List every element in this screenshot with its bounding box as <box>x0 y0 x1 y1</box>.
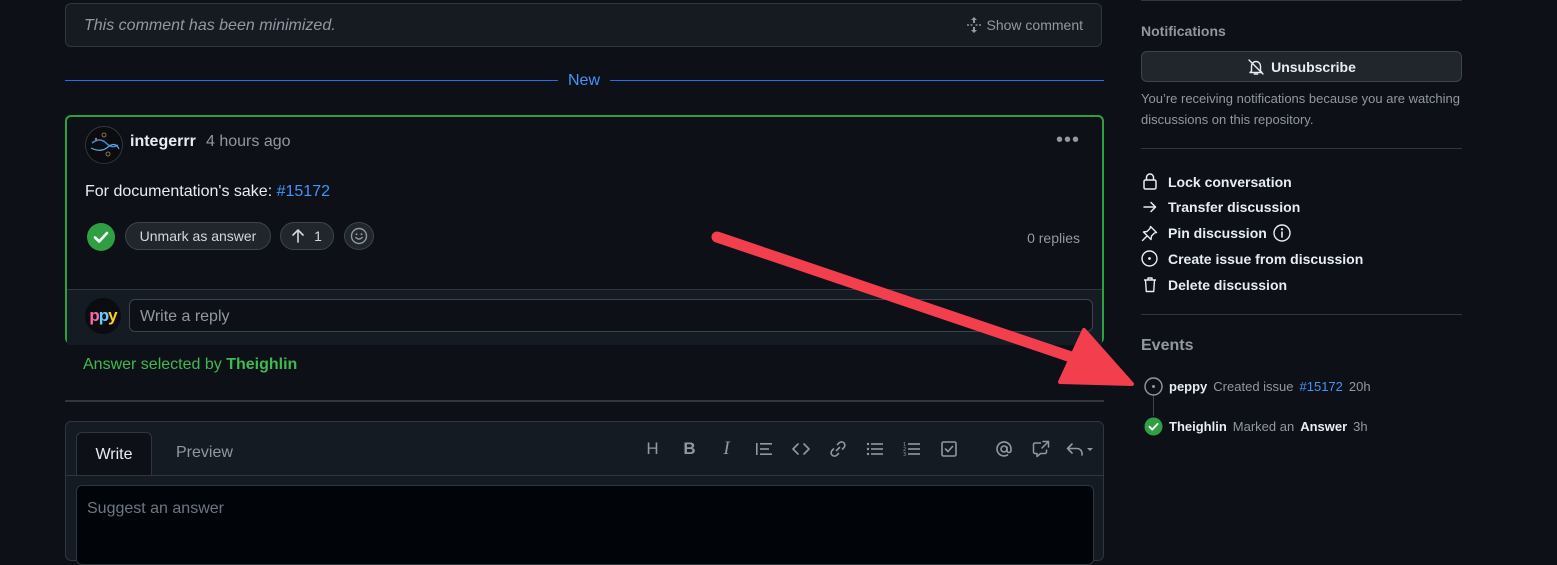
unfold-icon <box>966 17 981 33</box>
sidebar-divider <box>1141 0 1462 1</box>
comment-body: For documentation's sake: #15172 <box>85 183 330 201</box>
issue-opened-icon <box>1144 377 1163 396</box>
upvote-count: 1 <box>314 228 322 244</box>
action-label: Delete discussion <box>1168 276 1288 293</box>
events-heading: Events <box>1141 337 1194 354</box>
add-reaction-button[interactable] <box>344 222 374 250</box>
replies-count: 0 replies <box>1027 230 1080 246</box>
answer-textarea[interactable]: Suggest an answer <box>76 485 1094 565</box>
separator <box>65 400 1104 402</box>
bold-icon[interactable]: B <box>671 438 708 460</box>
check-circle-fill-icon <box>87 223 115 251</box>
quote-icon[interactable] <box>745 438 782 460</box>
new-divider-line-left <box>65 80 558 81</box>
answer-selected-note: Answer selected by Theighlin <box>83 356 297 374</box>
unmark-as-answer-button[interactable]: Unmark as answer <box>125 222 271 250</box>
new-divider-label: New <box>568 72 601 89</box>
link-icon[interactable] <box>819 438 856 460</box>
minimized-comment-text: This comment has been minimized. <box>84 17 336 34</box>
event-link[interactable]: #15172 <box>1300 379 1343 394</box>
markdown-toolbar: H B I 123 <box>634 438 1101 460</box>
heading-icon[interactable]: H <box>634 438 671 460</box>
event-user[interactable]: Theighlin <box>1169 419 1227 434</box>
lock-icon <box>1141 173 1158 190</box>
minimized-comment: This comment has been minimized. Show co… <box>65 3 1102 47</box>
info-icon[interactable] <box>1273 224 1291 242</box>
trash-icon <box>1141 276 1158 293</box>
unsubscribe-label: Unsubscribe <box>1271 58 1356 75</box>
answer-selected-text: Answer selected by <box>83 356 227 373</box>
reply-area: ppy Write a reply <box>67 289 1102 345</box>
ordered-list-icon[interactable]: 123 <box>893 438 930 460</box>
reply-input[interactable]: Write a reply <box>129 299 1093 332</box>
tab-preview[interactable]: Preview <box>176 444 233 462</box>
event-target[interactable]: Answer <box>1300 419 1347 434</box>
kebab-horizontal-icon[interactable]: ••• <box>1056 129 1080 152</box>
event-user[interactable]: peppy <box>1169 379 1207 394</box>
answer-selected-user[interactable]: Theighlin <box>226 356 297 373</box>
comment-timestamp[interactable]: 4 hours ago <box>206 133 291 151</box>
comment-author[interactable]: integerrr <box>130 133 196 151</box>
show-comment-button[interactable]: Show comment <box>966 17 1083 33</box>
event-text: Created issue <box>1213 379 1294 394</box>
svg-text:3: 3 <box>903 452 906 457</box>
tab-write[interactable]: Write <box>76 432 152 476</box>
upvote-button[interactable]: 1 <box>280 222 334 250</box>
unordered-list-icon[interactable] <box>856 438 893 460</box>
italic-icon[interactable]: I <box>708 438 745 460</box>
event-time: 20h <box>1348 379 1371 394</box>
event-text: Marked an <box>1232 419 1295 434</box>
task-list-icon[interactable] <box>930 438 967 460</box>
action-label: Transfer discussion <box>1168 199 1301 215</box>
transfer-discussion-action[interactable]: Transfer discussion <box>1141 199 1300 215</box>
new-divider-line-right <box>610 80 1104 81</box>
action-label: Pin discussion <box>1168 225 1267 241</box>
issue-link[interactable]: #15172 <box>277 183 330 200</box>
event-time: 3h <box>1353 419 1368 434</box>
event-item: Theighlin Marked an Answer 3h <box>1144 417 1368 436</box>
answer-comment-card: integerrr 4 hours ago ••• For documentat… <box>65 115 1104 345</box>
issue-opened-icon <box>1141 250 1158 267</box>
comment-body-text: For documentation's sake: <box>85 183 277 200</box>
notifications-heading: Notifications <box>1141 23 1226 39</box>
answer-editor: Write Preview H B I 123 Suggest an answe… <box>65 421 1104 565</box>
bell-slash-icon <box>1247 58 1265 76</box>
pin-discussion-action[interactable]: Pin discussion <box>1141 224 1291 242</box>
cross-reference-icon[interactable] <box>1022 438 1059 460</box>
delete-discussion-action[interactable]: Delete discussion <box>1141 276 1287 293</box>
create-issue-action[interactable]: Create issue from discussion <box>1141 250 1363 267</box>
editor-tab-border <box>66 475 1103 476</box>
event-item: peppy Created issue #15172 20h <box>1144 377 1371 396</box>
show-comment-label: Show comment <box>986 17 1083 33</box>
mention-icon[interactable] <box>985 438 1022 460</box>
code-icon[interactable] <box>782 438 819 460</box>
avatar[interactable] <box>85 126 123 164</box>
notifications-reason: You’re receiving notifications because y… <box>1141 91 1460 127</box>
action-label: Lock conversation <box>1168 173 1292 190</box>
arrow-up-icon <box>292 229 304 243</box>
unsubscribe-button[interactable]: Unsubscribe <box>1141 51 1462 82</box>
timeline-connector <box>1153 396 1154 416</box>
sidebar-divider <box>1141 148 1462 149</box>
lock-conversation-action[interactable]: Lock conversation <box>1141 173 1292 190</box>
sidebar-divider <box>1141 314 1462 315</box>
avatar[interactable]: ppy <box>85 298 121 334</box>
arrow-right-icon <box>1141 201 1158 213</box>
smiley-icon <box>350 227 368 245</box>
pin-icon <box>1141 225 1158 242</box>
action-label: Create issue from discussion <box>1168 250 1364 267</box>
reply-icon[interactable] <box>1059 438 1101 460</box>
check-circle-fill-icon <box>1144 417 1163 436</box>
